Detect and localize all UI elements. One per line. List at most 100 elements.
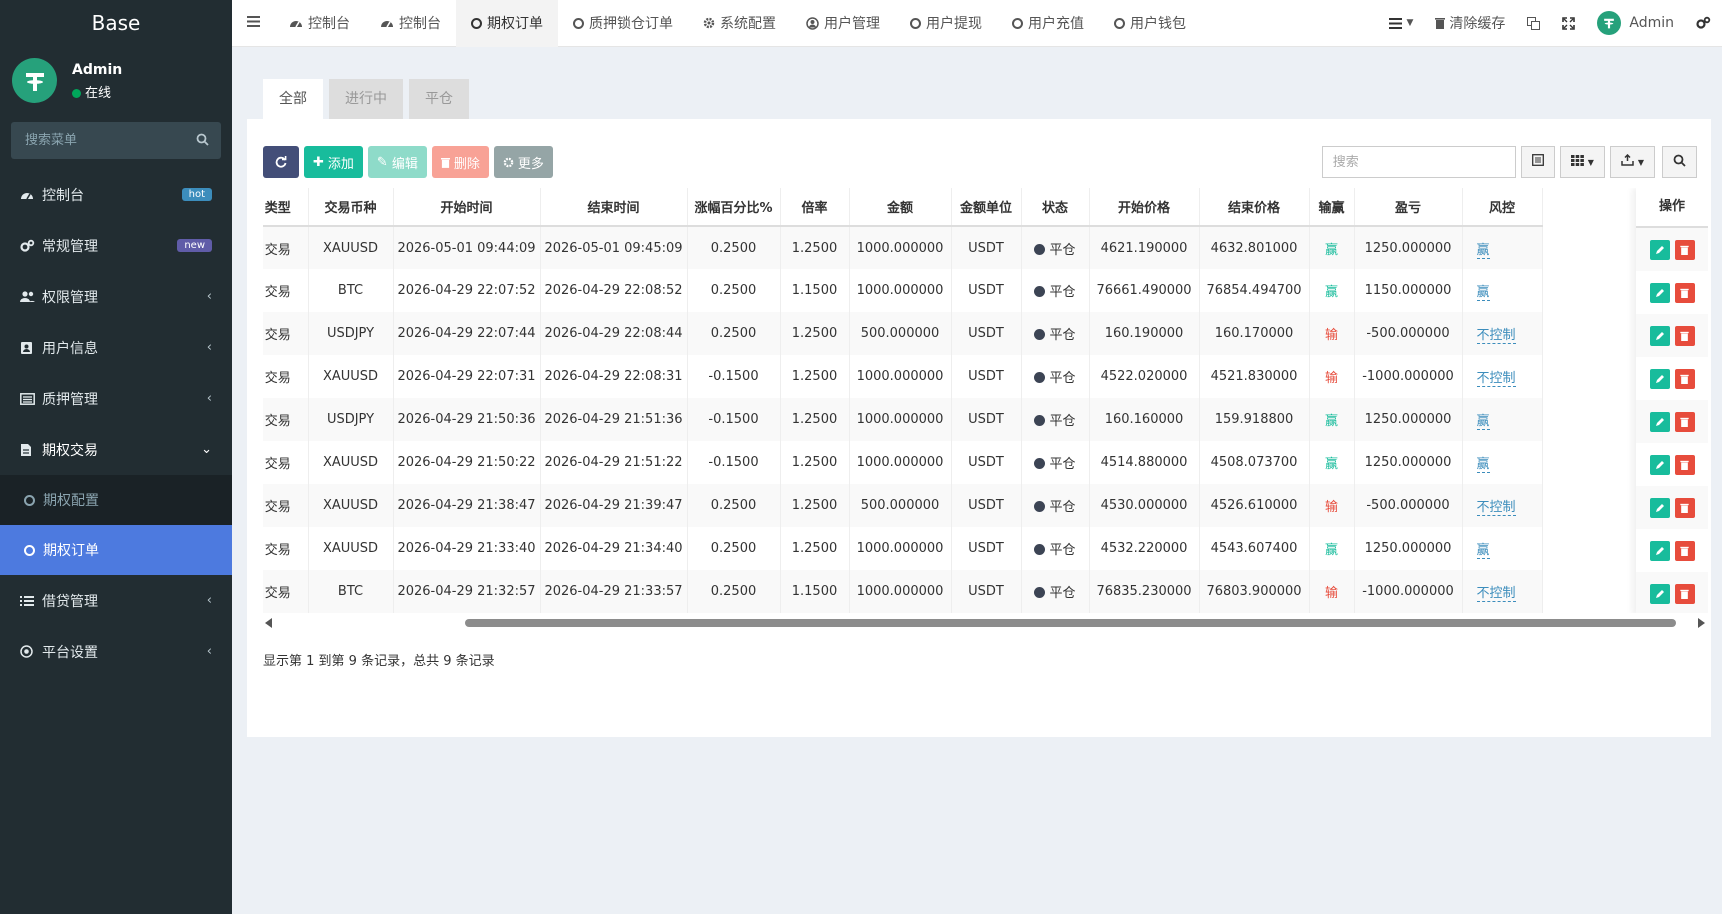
sidebar-subitem-options-orders[interactable]: 期权订单 (0, 525, 232, 575)
tab-list-dropdown[interactable]: ▼ (1378, 17, 1424, 29)
col-win-lose[interactable]: 输赢 (1309, 188, 1355, 227)
table-row[interactable]: 交易 BTC 2026-04-29 22:07:52 2026-04-29 22:08… (263, 269, 1543, 312)
sidebar-item-loans[interactable]: 借贷管理 ‹ (0, 575, 232, 626)
horizontal-scrollbar[interactable] (263, 616, 1705, 630)
tab-in-progress[interactable]: 进行中 (329, 79, 403, 119)
row-edit-button[interactable] (1649, 583, 1670, 604)
sidebar-item-general[interactable]: 常规管理 new (0, 220, 232, 271)
table-row[interactable]: 交易 USDJPY 2026-04-29 22:07:44 2026-04-29 22… (263, 312, 1543, 355)
row-delete-button[interactable] (1674, 454, 1695, 475)
tab-all[interactable]: 全部 (263, 79, 323, 119)
col-rate[interactable]: 倍率 (780, 188, 850, 227)
table-row[interactable]: 交易 XAUUSD 2026-04-29 21:38:47 2026-04-29 21… (263, 484, 1543, 527)
tether-logo-icon (25, 72, 44, 91)
row-edit-button[interactable] (1649, 239, 1670, 260)
row-edit-button[interactable] (1649, 368, 1670, 389)
col-change-percent[interactable]: 涨幅百分比% (687, 188, 781, 227)
app-logo[interactable]: Base (0, 0, 232, 46)
search-button[interactable] (1662, 146, 1697, 178)
fullscreen-icon[interactable] (1551, 16, 1586, 30)
col-risk-control[interactable]: 风控 (1462, 188, 1543, 227)
sidebar-toggle-icon[interactable] (232, 15, 274, 31)
more-button[interactable]: 更多 (493, 146, 553, 178)
risk-control-link[interactable]: 赢 (1476, 457, 1490, 473)
sidebar-item-user-info[interactable]: 用户信息 ‹ (0, 322, 232, 373)
col-symbol[interactable]: 交易币种 (308, 188, 394, 227)
row-delete-button[interactable] (1674, 368, 1695, 389)
tab-dashboard-1[interactable]: 控制台 (274, 0, 365, 47)
sidebar-item-pledge[interactable]: 质押管理 ‹ (0, 373, 232, 424)
col-end-price[interactable]: 结束价格 (1199, 188, 1310, 227)
export-dropdown-button[interactable]: ▼ (1609, 146, 1655, 178)
risk-control-link[interactable]: 赢 (1476, 543, 1490, 559)
row-edit-button[interactable] (1649, 497, 1670, 518)
tab-pledge-orders[interactable]: 质押锁仓订单 (558, 0, 688, 47)
clear-cache-button[interactable]: 清除缓存 (1424, 13, 1516, 33)
row-delete-button[interactable] (1674, 325, 1695, 346)
search-icon[interactable] (196, 133, 209, 150)
refresh-button[interactable] (263, 146, 299, 178)
table-cell: USDJPY (308, 398, 394, 441)
row-edit-button[interactable] (1649, 411, 1670, 432)
risk-control-link[interactable]: 赢 (1476, 242, 1490, 259)
row-delete-button[interactable] (1674, 540, 1695, 561)
table-row[interactable]: 交易 XAUUSD 2026-05-01 09:44:09 2026-05-01 09… (263, 226, 1543, 269)
table-cell: 76803.900000 (1199, 570, 1310, 613)
tab-user-management[interactable]: 用户管理 (791, 0, 895, 47)
tab-user-withdraw[interactable]: 用户提现 (895, 0, 997, 47)
row-delete-button[interactable] (1674, 583, 1695, 604)
toggle-view-button[interactable] (1520, 146, 1555, 178)
col-status[interactable]: 状态 (1021, 188, 1090, 227)
table-row[interactable]: 交易 XAUUSD 2026-04-29 21:33:40 2026-04-29 21… (263, 527, 1543, 570)
menu-search-input[interactable] (11, 122, 221, 159)
tab-system-config[interactable]: 系统配置 (688, 0, 791, 47)
row-edit-button[interactable] (1649, 454, 1670, 475)
risk-control-link[interactable]: 不控制 (1476, 500, 1516, 516)
sidebar-subitem-options-config[interactable]: 期权配置 (0, 475, 232, 525)
sidebar-item-permissions[interactable]: 权限管理 ‹ (0, 271, 232, 322)
table-row[interactable]: 交易 BTC 2026-04-29 21:32:57 2026-04-29 21:33… (263, 570, 1543, 613)
row-edit-button[interactable] (1649, 540, 1670, 561)
scroll-left-arrow-icon[interactable] (265, 618, 272, 628)
add-button[interactable]: ✚ 添加 (304, 146, 363, 178)
risk-control-link[interactable]: 不控制 (1476, 371, 1516, 387)
row-delete-button[interactable] (1674, 497, 1695, 518)
settings-cogs-icon[interactable] (1685, 16, 1722, 30)
tab-options-orders[interactable]: 期权订单 (456, 0, 558, 47)
scroll-right-arrow-icon[interactable] (1698, 618, 1705, 628)
tab-closed[interactable]: 平仓 (409, 79, 469, 119)
risk-control-link[interactable]: 不控制 (1476, 586, 1516, 602)
col-start-price[interactable]: 开始价格 (1089, 188, 1200, 227)
table-row[interactable]: 交易 XAUUSD 2026-04-29 21:50:22 2026-04-29 21… (263, 441, 1543, 484)
row-delete-button[interactable] (1674, 411, 1695, 432)
risk-control-link[interactable]: 赢 (1476, 285, 1490, 301)
delete-button[interactable]: 删除 (431, 146, 489, 178)
col-amount[interactable]: 金额 (849, 188, 952, 227)
scroll-thumb[interactable] (465, 619, 1676, 627)
row-edit-button[interactable] (1649, 325, 1670, 346)
risk-control-link[interactable]: 不控制 (1476, 328, 1516, 344)
col-start-time[interactable]: 开始时间 (393, 188, 541, 227)
columns-dropdown-button[interactable]: ▼ (1559, 146, 1605, 178)
admin-user-menu[interactable]: Admin (1586, 11, 1685, 35)
row-delete-button[interactable] (1674, 239, 1695, 260)
tab-user-recharge[interactable]: 用户充值 (997, 0, 1099, 47)
col-amount-unit[interactable]: 金额单位 (951, 188, 1022, 227)
table-row[interactable]: 交易 USDJPY 2026-04-29 21:50:36 2026-04-29 21… (263, 398, 1543, 441)
tab-user-wallet[interactable]: 用户钱包 (1099, 0, 1201, 47)
row-delete-button[interactable] (1674, 282, 1695, 303)
col-type[interactable]: 类型 (263, 188, 309, 227)
row-edit-button[interactable] (1649, 282, 1670, 303)
language-icon[interactable] (1516, 16, 1551, 30)
risk-control-link[interactable]: 赢 (1476, 414, 1490, 430)
sidebar-item-options[interactable]: 期权交易 ⌄ (0, 424, 232, 475)
edit-button[interactable]: ✎ 编辑 (367, 146, 427, 178)
sidebar-item-platform-settings[interactable]: 平台设置 ‹ (0, 626, 232, 677)
table-search-input[interactable] (1321, 146, 1516, 178)
table-cell: USDT (951, 312, 1022, 355)
tab-dashboard-2[interactable]: 控制台 (365, 0, 456, 47)
table-row[interactable]: 交易 XAUUSD 2026-04-29 22:07:31 2026-04-29 22… (263, 355, 1543, 398)
col-end-time[interactable]: 结束时间 (540, 188, 688, 227)
sidebar-item-dashboard[interactable]: 控制台 hot (0, 169, 232, 220)
col-profit[interactable]: 盈亏 (1354, 188, 1463, 227)
